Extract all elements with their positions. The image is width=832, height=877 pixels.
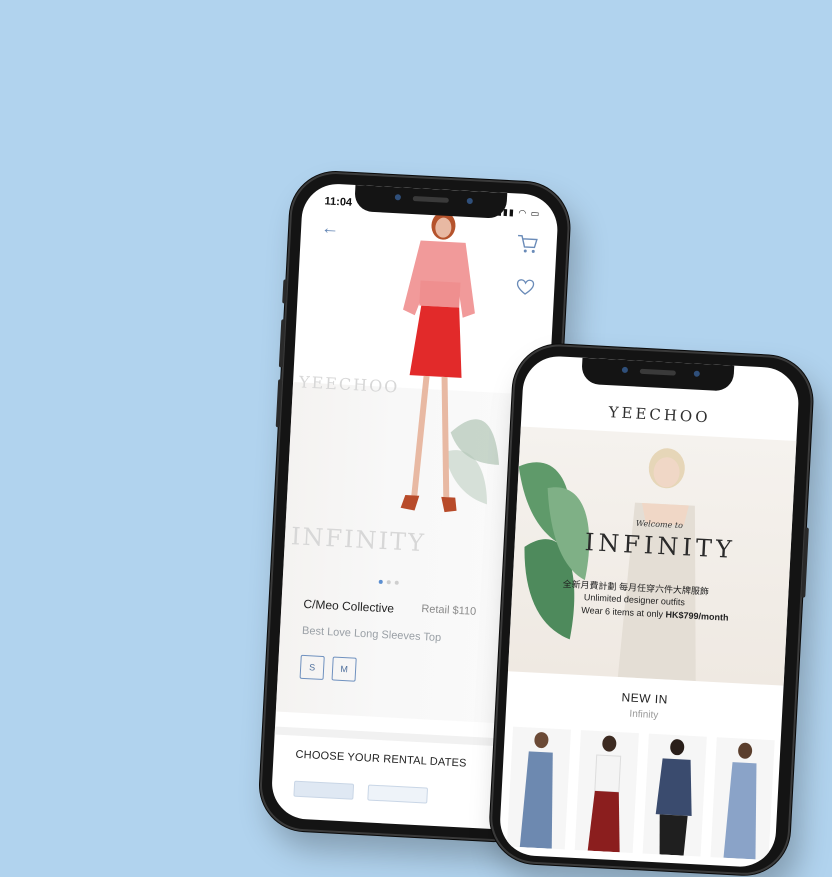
size-m-button[interactable]: M — [331, 656, 357, 682]
product-image — [587, 735, 622, 853]
product-card[interactable] — [506, 726, 572, 850]
hero-banner[interactable]: Welcome to INFINITY 全新月費計劃 每月任穿六件大牌服飾 Un… — [507, 426, 797, 686]
phone-notch — [581, 357, 735, 392]
volume-down-button — [275, 379, 283, 428]
arrow-left-icon[interactable]: ← — [321, 217, 340, 239]
wifi-icon: ◠ — [518, 207, 528, 219]
product-card[interactable] — [574, 730, 639, 853]
heart-icon[interactable] — [516, 278, 535, 297]
product-image — [519, 732, 553, 849]
size-selector: S M — [299, 654, 357, 682]
speaker — [412, 196, 449, 203]
phone-home: YEECHOO Welcome to INFINITY 全新月費計劃 每月任穿六… — [487, 342, 815, 877]
product-image — [655, 739, 692, 856]
carousel-dot[interactable] — [394, 580, 399, 585]
section-divider — [274, 726, 531, 748]
cart-icon[interactable] — [516, 234, 539, 255]
status-time: 11:04 — [324, 195, 353, 209]
brand-logo[interactable]: YEECHOO — [521, 399, 798, 431]
new-in-products — [506, 726, 775, 861]
rental-end-date[interactable] — [367, 784, 429, 804]
product-model-image — [400, 211, 500, 513]
front-camera — [621, 366, 629, 374]
product-card[interactable] — [642, 733, 707, 857]
front-camera — [394, 194, 402, 201]
product-image — [723, 742, 757, 860]
rental-date-options — [293, 780, 429, 804]
speaker — [639, 368, 676, 376]
home-screen: YEECHOO Welcome to INFINITY 全新月費計劃 每月任穿六… — [498, 354, 801, 869]
battery-icon: ▭ — [530, 208, 541, 219]
power-button — [801, 527, 809, 598]
face-sensor — [466, 197, 473, 205]
rental-dates-heading: CHOOSE YOUR RENTAL DATES — [295, 748, 467, 770]
rental-start-date[interactable] — [293, 780, 355, 800]
product-card[interactable] — [710, 737, 775, 861]
carousel-dot[interactable] — [378, 579, 383, 584]
size-s-button[interactable]: S — [299, 654, 325, 681]
volume-up-button — [278, 319, 286, 368]
face-sensor — [693, 370, 700, 377]
mute-switch — [282, 279, 288, 304]
carousel-dot[interactable] — [386, 580, 391, 585]
